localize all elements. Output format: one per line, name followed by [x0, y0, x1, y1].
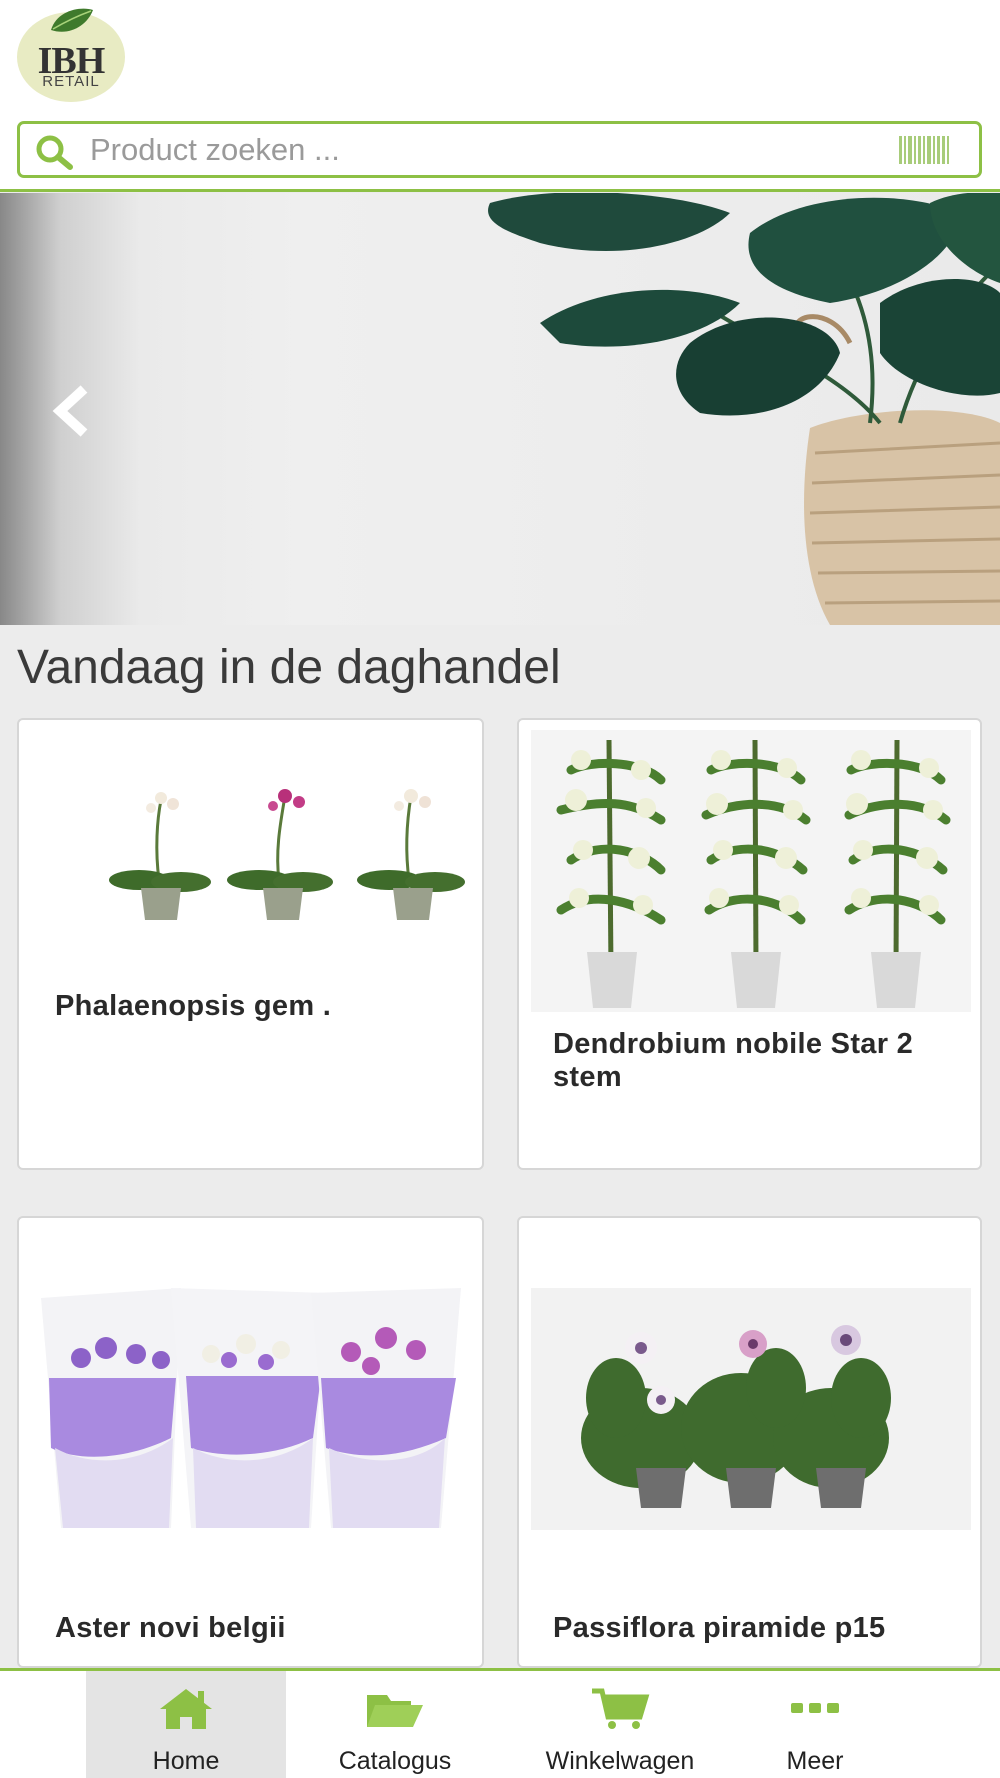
- product-name: Phalaenopsis gem .: [55, 990, 332, 1022]
- product-image: [531, 1288, 971, 1530]
- shopping-cart-icon: [592, 1688, 650, 1729]
- nav-catalogus[interactable]: Catalogus: [300, 1671, 490, 1778]
- hero-plant-image: [488, 193, 1000, 625]
- ellipsis-icon: [791, 1703, 839, 1713]
- nav-home[interactable]: Home: [86, 1671, 286, 1778]
- folder-open-icon: [367, 1695, 423, 1727]
- hero-carousel[interactable]: [0, 193, 1000, 625]
- carousel-prev-icon[interactable]: [48, 383, 98, 439]
- nav-meer[interactable]: Meer: [745, 1671, 885, 1778]
- leaf-icon: [51, 8, 93, 32]
- section-title: Vandaag in de daghandel: [17, 641, 561, 694]
- product-card[interactable]: Dendrobium nobile Star 2 stem: [517, 718, 982, 1170]
- nav-meer-label: Meer: [786, 1747, 844, 1775]
- nav-home-label: Home: [152, 1747, 220, 1775]
- product-image: [109, 789, 465, 920]
- nav-catalogus-label: Catalogus: [338, 1747, 452, 1775]
- product-name: Dendrobium nobile Star 2 stem: [553, 1028, 914, 1093]
- nav-winkelwagen[interactable]: Winkelwagen: [520, 1671, 720, 1778]
- product-card[interactable]: Aster novi belgii: [17, 1216, 484, 1668]
- bottom-navigation: Home Catalogus Winkelwagen Meer: [0, 1668, 1000, 1778]
- product-name: Aster novi belgii: [55, 1612, 286, 1644]
- product-image: [531, 730, 971, 1012]
- app-header: IBH RETAIL: [0, 0, 1000, 192]
- nav-winkelwagen-label: Winkelwagen: [545, 1747, 695, 1775]
- product-card[interactable]: Phalaenopsis gem .: [17, 718, 484, 1170]
- product-card[interactable]: Passiflora piramide p15: [517, 1216, 982, 1668]
- product-image: [41, 1288, 461, 1528]
- ibh-retail-logo[interactable]: IBH RETAIL: [17, 6, 127, 102]
- search-input[interactable]: [90, 130, 890, 170]
- search-icon[interactable]: [34, 134, 74, 170]
- home-icon: [160, 1689, 212, 1729]
- search-bar[interactable]: [17, 121, 982, 178]
- barcode-scan-icon[interactable]: [899, 136, 949, 164]
- product-name: Passiflora piramide p15: [553, 1612, 886, 1644]
- logo-sub-text: RETAIL: [42, 73, 100, 90]
